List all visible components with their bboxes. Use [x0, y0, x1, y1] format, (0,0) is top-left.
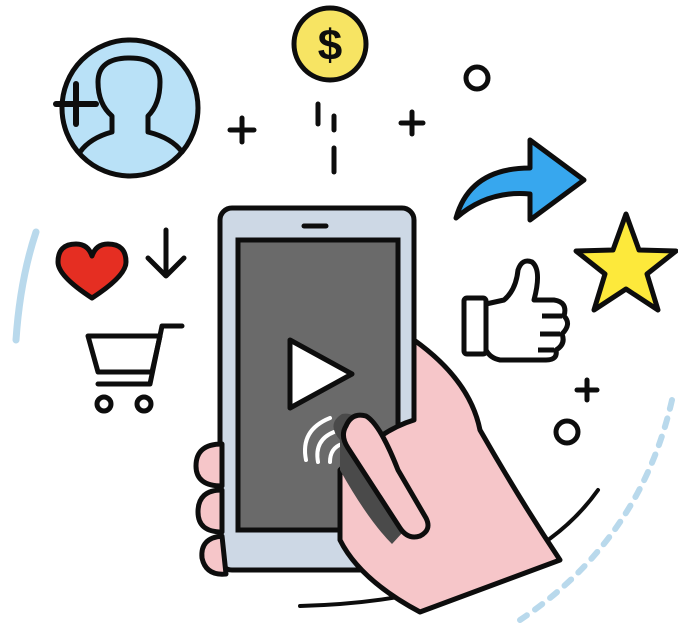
- dollar-coin-icon: $: [291, 5, 369, 83]
- share-arrow-icon: [453, 137, 587, 223]
- add-user-icon: [53, 37, 201, 179]
- motion-lines: [315, 101, 337, 175]
- shopping-cart-icon: [85, 323, 185, 414]
- thumbs-up-icon: [461, 258, 570, 363]
- social-media-mobile-illustration: $: [12, 5, 678, 623]
- down-arrow-icon: [145, 227, 187, 279]
- dollar-symbol: $: [318, 21, 342, 70]
- star-icon: [573, 211, 678, 313]
- heart-icon: [55, 241, 129, 301]
